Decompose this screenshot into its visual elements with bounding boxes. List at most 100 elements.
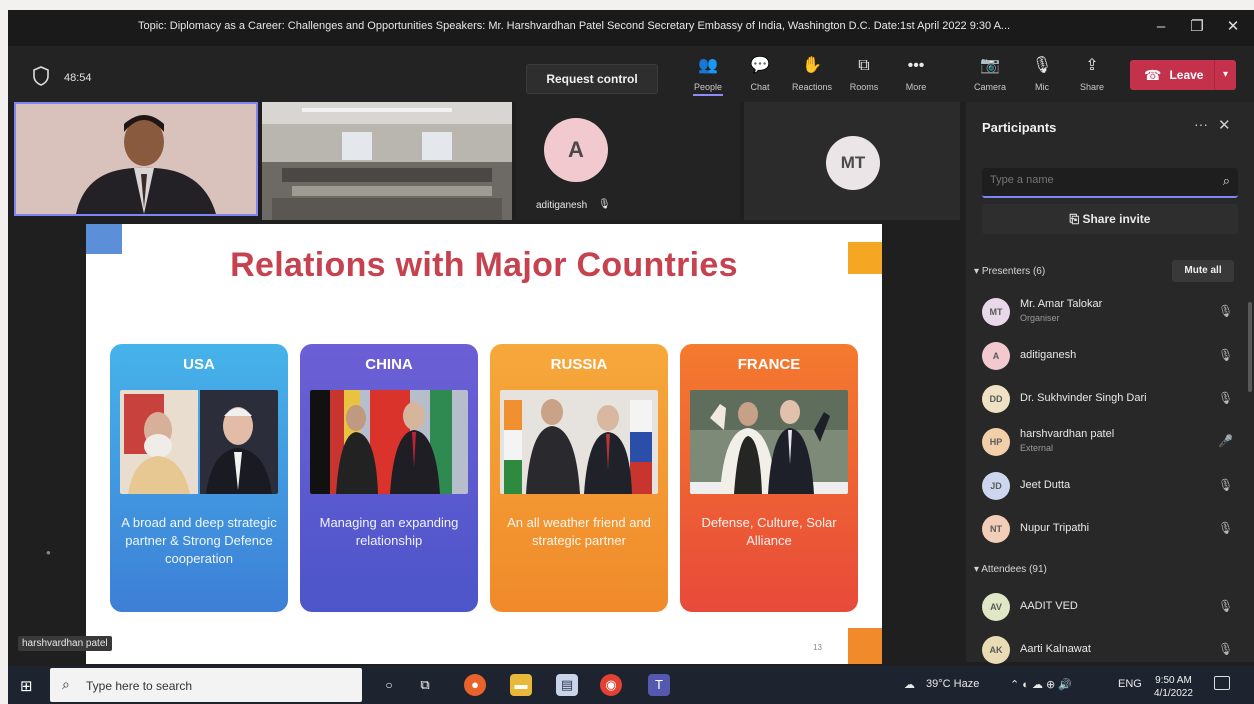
participant-row[interactable]: HP harshvardhan patel External 🎤 (982, 424, 1242, 460)
people-button[interactable]: 👥 People (680, 54, 736, 96)
country-name: CHINA (365, 356, 413, 373)
camera-icon: 📷 (980, 57, 1000, 74)
reactions-icon: ✋ (802, 57, 822, 74)
decor-square (848, 628, 882, 664)
teams-icon[interactable]: T (648, 674, 670, 696)
search-input[interactable] (990, 174, 1200, 186)
notification-icon[interactable] (1214, 676, 1230, 690)
country-description: Defense, Culture, Solar Alliance (701, 515, 837, 548)
chat-label: Chat (750, 82, 770, 92)
rooms-icon: ⧉ (858, 57, 870, 74)
title-bar: Topic: Diplomacy as a Career: Challenges… (8, 10, 1254, 46)
participant-name: Aarti Kalnawat (1020, 643, 1091, 655)
search-icon[interactable]: ⌕ (1223, 173, 1230, 189)
country-card-usa: USA A broad and deep strategic partner &… (110, 344, 288, 612)
minimize-button[interactable]: – (1146, 14, 1176, 40)
camera-button[interactable]: 📷 Camera (962, 54, 1018, 92)
rooms-label: Rooms (849, 82, 879, 92)
window-title: Topic: Diplomacy as a Career: Challenges… (138, 20, 1011, 32)
leave-button[interactable]: ☎ Leave ▾ (1130, 60, 1236, 90)
close-window-button[interactable]: ✕ (1218, 14, 1248, 40)
chat-icon: 💬 (750, 57, 770, 74)
country-description: Managing an expanding relationship (319, 515, 459, 548)
more-options-icon[interactable]: ··· (1194, 116, 1208, 132)
shield-icon (33, 66, 49, 86)
system-tray-icons[interactable]: ⌃ ◐ ☁ ⊕ 🔊 (1010, 678, 1072, 691)
more-icon: ••• (907, 57, 925, 74)
taskbar-clock[interactable]: 9:50 AM 4/1/2022 (1154, 674, 1193, 700)
request-control-button[interactable]: Request control (526, 64, 658, 94)
avatar: A (982, 342, 1010, 370)
country-description: A broad and deep strategic partner & Str… (121, 515, 277, 566)
share-invite-button[interactable]: ⎘ Share invite (982, 204, 1238, 234)
presenters-section-header[interactable]: ▾ Presenters (6) (974, 266, 1045, 277)
people-label: People (680, 82, 736, 96)
language-indicator[interactable]: ENG (1118, 678, 1142, 690)
windows-start-icon[interactable]: ⊞ (20, 677, 33, 695)
avatar: AK (982, 636, 1010, 664)
cortana-icon[interactable]: ○ (378, 674, 400, 696)
mic-off-icon: 🎙 (1218, 521, 1234, 535)
avatar: MT (982, 298, 1010, 326)
leave-label: Leave (1169, 68, 1204, 82)
mic-button[interactable]: 🎙 Mic (1014, 54, 1070, 92)
teams-meeting-window: Topic: Diplomacy as a Career: Challenges… (8, 10, 1254, 704)
camera-label: Camera (973, 82, 1006, 92)
avatar: HP (982, 428, 1010, 456)
country-card-france: FRANCE Defense, Culture, Solar Alliance (680, 344, 858, 612)
close-icon[interactable]: ✕ (1218, 116, 1231, 134)
weather-icon[interactable]: ☁ (904, 678, 915, 691)
mic-off-icon: 🎙 (1218, 599, 1234, 613)
participant-row[interactable]: AK Aarti Kalnawat 🎙 (982, 632, 1242, 668)
conference-room-image (262, 102, 512, 220)
participant-row[interactable]: JD Jeet Dutta 🎙 (982, 468, 1242, 504)
firefox-icon[interactable]: ● (464, 674, 486, 696)
task-view-icon[interactable]: ⧉ (414, 674, 436, 696)
people-icon: 👥 (698, 57, 718, 74)
participant-role: Organiser (1020, 313, 1060, 323)
participant-name: Dr. Sukhvinder Singh Dari (1020, 392, 1147, 404)
clock-time: 9:50 AM (1155, 675, 1192, 686)
presenter-name-label: harshvardhan patel (18, 636, 112, 651)
mic-off-icon: 🎙 (1218, 348, 1234, 362)
share-button[interactable]: ⇪ Share (1064, 54, 1120, 92)
reactions-button[interactable]: ✋ Reactions (784, 54, 840, 92)
slide-title: Relations with Major Countries (230, 246, 738, 284)
attendees-section-header[interactable]: ▾ Attendees (91) (974, 564, 1047, 575)
mute-all-button[interactable]: Mute all (1172, 260, 1234, 282)
attendees-label: Attendees (91) (981, 564, 1047, 575)
chrome-icon[interactable]: ◉ (600, 674, 622, 696)
country-name: RUSSIA (550, 356, 608, 373)
reactions-label: Reactions (791, 82, 833, 92)
maximize-button[interactable]: ❐ (1182, 14, 1212, 40)
presenters-label: Presenters (6) (981, 266, 1046, 277)
chevron-down-icon[interactable]: ▾ (1214, 60, 1236, 90)
avatar: MT (826, 136, 880, 190)
participant-row[interactable]: MT Mr. Amar Talokar Organiser 🎙 (982, 294, 1242, 330)
conference-room-video-tile[interactable] (262, 102, 512, 220)
speaker-video-tile[interactable] (14, 102, 258, 216)
more-button[interactable]: ••• More (888, 54, 944, 92)
participants-scrollbar[interactable] (1248, 302, 1252, 392)
leaders-photo (500, 390, 658, 494)
participant-row[interactable]: A aditiganesh 🎙 (982, 338, 1242, 374)
participant-row[interactable]: NT Nupur Tripathi 🎙 (982, 511, 1242, 547)
mt-video-tile[interactable]: MT (744, 102, 960, 220)
clock-date: 4/1/2022 (1154, 688, 1193, 699)
document-app-icon[interactable]: ▤ (556, 674, 578, 696)
taskbar-search-box[interactable]: ⌕ Type here to search (50, 668, 362, 702)
avatar: DD (982, 385, 1010, 413)
participant-row[interactable]: DD Dr. Sukhvinder Singh Dari 🎙 (982, 381, 1242, 417)
file-explorer-icon[interactable]: ▬ (510, 674, 532, 696)
rooms-button[interactable]: ⧉ Rooms (836, 54, 892, 92)
speaker-video-image (16, 104, 256, 214)
aditiganesh-video-tile[interactable]: A aditiganesh 🎙 (516, 102, 740, 220)
chat-button[interactable]: 💬 Chat (732, 54, 788, 92)
participant-name: Mr. Amar Talokar (1020, 298, 1103, 310)
participant-search[interactable]: ⌕ (982, 168, 1238, 198)
avatar: A (544, 118, 608, 182)
share-icon: ⇪ (1085, 57, 1099, 74)
pane-title: Participants (982, 120, 1057, 135)
participant-row[interactable]: AV AADIT VED 🎙 (982, 589, 1242, 625)
weather-text[interactable]: 39°C Haze (926, 678, 979, 690)
